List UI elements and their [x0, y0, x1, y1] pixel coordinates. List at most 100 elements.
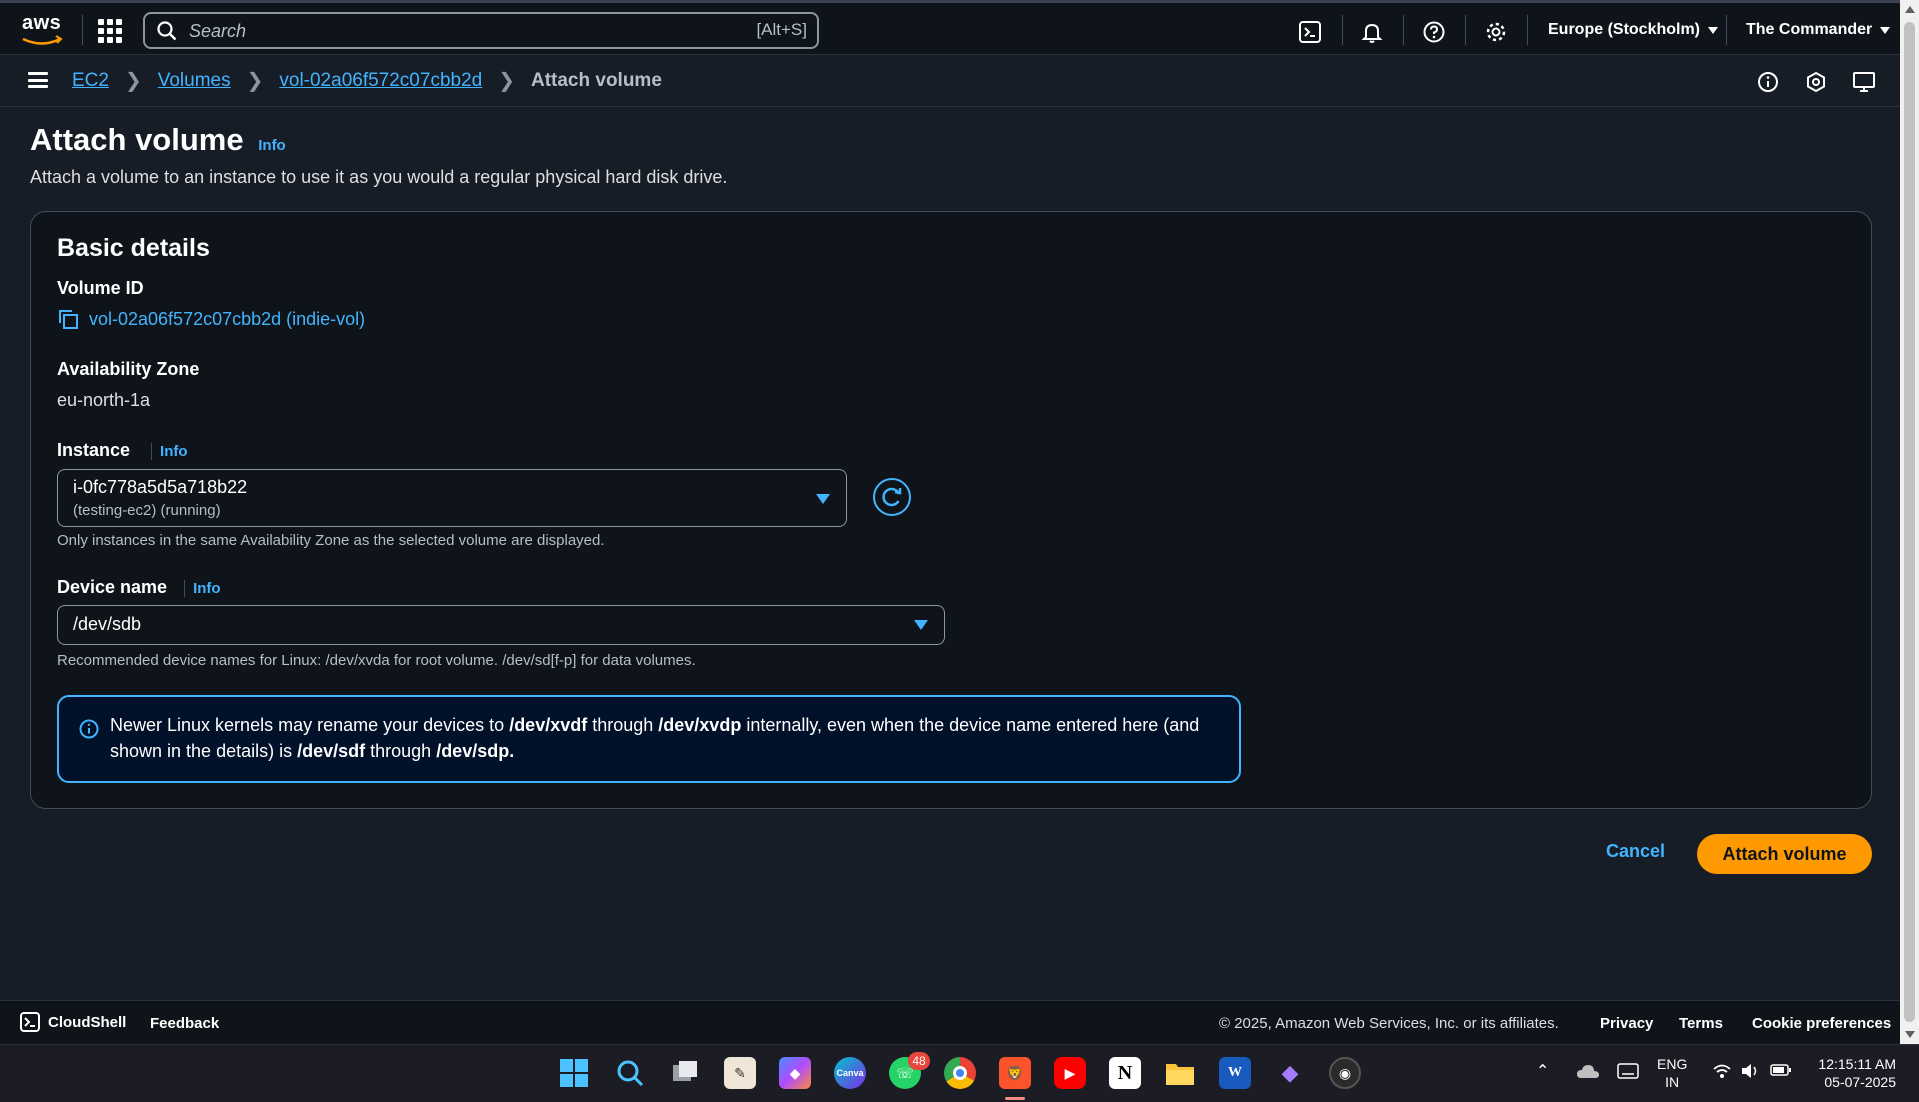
task-view-icon[interactable] [669, 1057, 701, 1089]
instance-select-sub: (testing-ec2) (running) [73, 502, 221, 519]
canva-icon[interactable]: Canva [834, 1057, 866, 1089]
brave-browser-icon[interactable]: 🦁 [999, 1057, 1031, 1089]
cloudshell-icon[interactable] [1297, 19, 1323, 45]
wifi-icon[interactable] [1712, 1062, 1732, 1083]
alert-text: through [365, 741, 437, 761]
file-explorer-icon[interactable] [1164, 1057, 1196, 1089]
chevron-down-icon [1880, 26, 1891, 34]
volume-speaker-icon[interactable] [1740, 1062, 1760, 1083]
help-icon[interactable] [1421, 19, 1447, 45]
top-navigation: aws [Alt+S] Europe (Stockholm) The Comm [0, 0, 1900, 55]
cloudshell-footer-button[interactable]: CloudShell [20, 1012, 126, 1032]
hamburger-menu-icon[interactable] [28, 72, 48, 88]
keyboard-icon[interactable] [1617, 1063, 1639, 1082]
caret-down-icon [816, 494, 830, 504]
alert-bold: /dev/sdp. [436, 741, 515, 761]
nav-divider [1403, 15, 1404, 45]
alert-bold: /dev/xvdp [658, 715, 742, 735]
nav-divider [82, 15, 83, 45]
clock-time: 12:15:11 AM [1818, 1056, 1896, 1072]
resource-hexagon-icon[interactable] [1803, 69, 1829, 95]
monitor-settings-icon[interactable] [1851, 69, 1877, 95]
breadcrumb-ec2[interactable]: EC2 [72, 70, 109, 92]
app-fingerprint-icon[interactable]: ◉ [1329, 1057, 1361, 1089]
copilot-icon[interactable]: ◆ [779, 1057, 811, 1089]
info-panel-icon[interactable] [1755, 69, 1781, 95]
attach-volume-button[interactable]: Attach volume [1697, 834, 1872, 874]
cloudshell-label: CloudShell [48, 1013, 127, 1031]
chrome-icon[interactable] [944, 1057, 976, 1089]
privacy-link[interactable]: Privacy [1600, 1015, 1653, 1032]
availability-zone-value: eu-north-1a [57, 390, 151, 410]
account-menu[interactable]: The Commander [1746, 21, 1891, 39]
search-bar[interactable]: [Alt+S] [143, 12, 819, 49]
console-footer: CloudShell Feedback © 2025, Amazon Web S… [0, 1000, 1900, 1044]
obsidian-icon[interactable]: ◆ [1274, 1057, 1306, 1089]
page-scrollbar[interactable] [1900, 0, 1919, 1044]
alert-text: through [587, 715, 659, 735]
windows-taskbar: ✎ ◆ Canva ☏ 48 🦁 ▶ N W ◆ ◉ ⌃ ENG IN 12:1… [0, 1044, 1919, 1102]
info-alert: Newer Linux kernels may rename your devi… [57, 695, 1241, 783]
availability-zone-label: Availability Zone [57, 359, 200, 379]
word-icon[interactable]: W [1219, 1057, 1251, 1089]
tray-chevron-up-icon[interactable]: ⌃ [1536, 1061, 1549, 1081]
basic-details-panel: Basic details Volume ID vol-02a06f572c07… [30, 211, 1872, 809]
system-clock[interactable]: 12:15:11 AM 05-07-2025 [1810, 1055, 1896, 1091]
device-name-value: /dev/sdb [73, 614, 142, 634]
nav-divider [1726, 15, 1727, 45]
search-input[interactable] [187, 20, 687, 43]
notifications-bell-icon[interactable] [1359, 19, 1385, 45]
alert-text: Newer Linux kernels may rename your devi… [110, 715, 510, 735]
cookie-preferences-link[interactable]: Cookie preferences [1752, 1015, 1891, 1032]
device-name-hint: Recommended device names for Linux: /dev… [57, 652, 696, 669]
notes-app-icon[interactable]: ✎ [724, 1057, 756, 1089]
notion-icon[interactable]: N [1109, 1057, 1141, 1089]
instance-info-link[interactable]: Info [151, 443, 188, 460]
aws-logo[interactable]: aws [20, 12, 64, 47]
whatsapp-badge: 48 [908, 1052, 930, 1070]
instance-hint: Only instances in the same Availability … [57, 532, 605, 549]
apps-grid-icon[interactable] [98, 19, 122, 43]
instance-select[interactable]: i-0fc778a5d5a718b22 (testing-ec2) (runni… [57, 469, 847, 527]
cloudshell-icon [20, 1012, 40, 1032]
copy-icon[interactable] [57, 308, 79, 330]
caret-down-icon [914, 620, 928, 630]
device-name-label: Device name Info [57, 577, 221, 598]
alert-bold: /dev/xvdf [509, 715, 588, 735]
region-selector[interactable]: Europe (Stockholm) [1548, 21, 1719, 39]
account-name: The Commander [1746, 21, 1873, 38]
instance-label-text: Instance [57, 440, 131, 460]
scrollbar-thumb[interactable] [1904, 22, 1915, 1022]
language-region: IN [1665, 1074, 1680, 1090]
nav-divider [1465, 15, 1466, 45]
taskbar-search-icon[interactable] [614, 1057, 646, 1089]
device-name-select[interactable]: /dev/sdb [57, 605, 945, 645]
youtube-icon[interactable]: ▶ [1054, 1057, 1086, 1089]
page-title-text: Attach volume [30, 122, 244, 157]
active-app-indicator [1005, 1097, 1025, 1100]
windows-start-icon[interactable] [558, 1057, 590, 1089]
breadcrumb: EC2 ❯ Volumes ❯ vol-02a06f572c07cbb2d ❯ … [72, 68, 662, 93]
refresh-instances-button[interactable] [871, 476, 913, 518]
device-name-label-text: Device name [57, 577, 168, 597]
onedrive-cloud-icon[interactable] [1576, 1062, 1600, 1083]
clock-date: 05-07-2025 [1824, 1074, 1896, 1090]
panel-title: Basic details [57, 234, 210, 262]
cancel-button[interactable]: Cancel [1606, 841, 1665, 862]
terms-link[interactable]: Terms [1679, 1015, 1723, 1032]
scroll-up-arrow-icon[interactable] [1905, 6, 1915, 13]
feedback-link[interactable]: Feedback [150, 1015, 219, 1032]
breadcrumb-volume-id[interactable]: vol-02a06f572c07cbb2d [279, 70, 482, 92]
volume-id-link[interactable]: vol-02a06f572c07cbb2d (indie-vol) [57, 308, 365, 330]
settings-gear-icon[interactable] [1483, 19, 1509, 45]
language-indicator[interactable]: ENG IN [1657, 1055, 1687, 1091]
aws-smile-icon [22, 35, 63, 45]
page-title: Attach volume Info [30, 122, 286, 158]
nav-divider [1342, 15, 1343, 45]
breadcrumb-volumes[interactable]: Volumes [158, 70, 231, 92]
scroll-down-arrow-icon[interactable] [1905, 1031, 1915, 1038]
battery-icon[interactable] [1770, 1063, 1792, 1080]
volume-id-value[interactable]: vol-02a06f572c07cbb2d (indie-vol) [89, 309, 365, 330]
device-info-link[interactable]: Info [184, 580, 221, 597]
page-info-link[interactable]: Info [258, 137, 286, 154]
